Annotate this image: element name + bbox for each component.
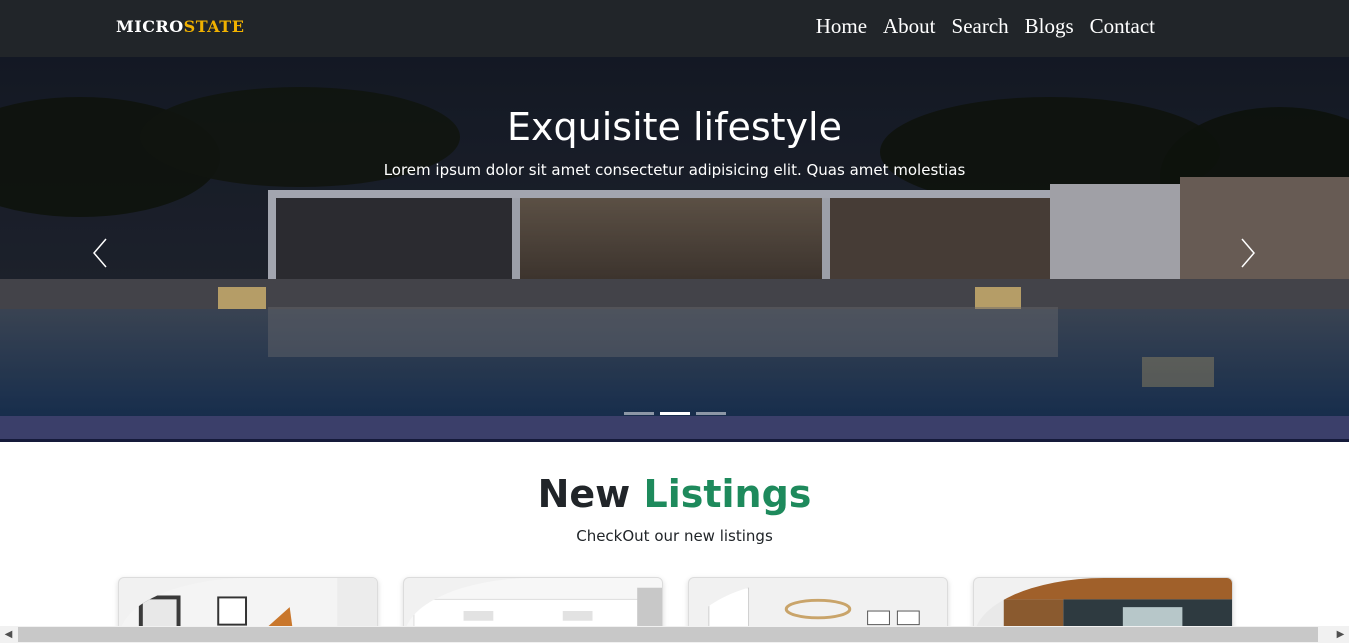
- hero-subtitle: Lorem ipsum dolor sit amet consectetur a…: [383, 161, 966, 179]
- nav-search[interactable]: Search: [952, 14, 1009, 39]
- chevron-left-icon: [93, 238, 107, 268]
- scroll-right-button[interactable]: ▶: [1332, 626, 1349, 643]
- brand-part1: MICRO: [116, 17, 184, 36]
- triangle-left-icon: ◀: [4, 629, 13, 640]
- chevron-right-icon: [1241, 238, 1255, 268]
- triangle-right-icon: ▶: [1336, 629, 1345, 640]
- nav-about[interactable]: About: [883, 14, 936, 39]
- carousel-indicator-3[interactable]: [696, 412, 726, 415]
- hero-carousel: Exquisite lifestyle Lorem ipsum dolor si…: [0, 57, 1349, 442]
- hero-bottom-band: [0, 416, 1349, 442]
- brand-logo[interactable]: MICROSTATE: [116, 17, 244, 36]
- navbar: MICROSTATE Home About Search Blogs Conta…: [0, 0, 1349, 57]
- listings-title-part2: Listings: [643, 472, 812, 516]
- nav-home[interactable]: Home: [816, 14, 867, 39]
- horizontal-scrollbar[interactable]: ◀ ▶: [0, 626, 1349, 643]
- listings-title-part1: New: [537, 472, 631, 516]
- listings-subtitle: CheckOut our new listings: [576, 527, 773, 545]
- nav-blogs[interactable]: Blogs: [1025, 14, 1074, 39]
- brand-part2: STATE: [183, 17, 245, 36]
- carousel-next-button[interactable]: [1232, 233, 1262, 273]
- carousel-prev-button[interactable]: [86, 233, 116, 273]
- carousel-indicator-1[interactable]: [624, 412, 654, 415]
- scroll-left-button[interactable]: ◀: [0, 626, 17, 643]
- carousel-indicators: [624, 412, 726, 415]
- main-nav: Home About Search Blogs Contact: [816, 14, 1155, 39]
- listings-title: New Listings: [0, 472, 1349, 516]
- carousel-indicator-2[interactable]: [660, 412, 690, 415]
- scrollbar-thumb[interactable]: [18, 627, 1318, 642]
- hero-title: Exquisite lifestyle: [507, 105, 842, 149]
- nav-contact[interactable]: Contact: [1090, 14, 1155, 39]
